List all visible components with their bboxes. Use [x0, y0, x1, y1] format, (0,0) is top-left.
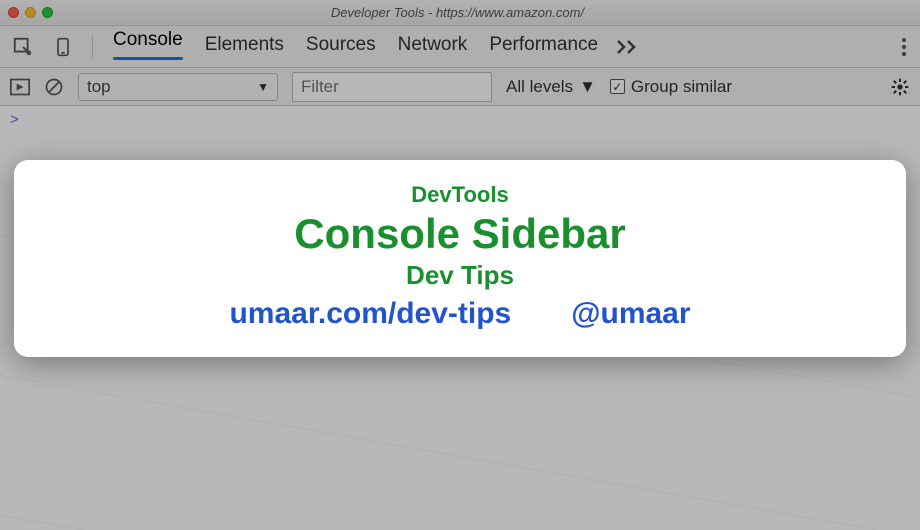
overlay-title: Console Sidebar	[44, 210, 876, 258]
overlay-eyebrow: DevTools	[44, 182, 876, 208]
overlay-link-handle[interactable]: @umaar	[571, 297, 690, 331]
overlay-links: umaar.com/dev-tips @umaar	[44, 297, 876, 331]
promo-overlay: DevTools Console Sidebar Dev Tips umaar.…	[14, 160, 906, 357]
overlay-link-site[interactable]: umaar.com/dev-tips	[229, 297, 511, 331]
overlay-subtitle: Dev Tips	[44, 260, 876, 291]
